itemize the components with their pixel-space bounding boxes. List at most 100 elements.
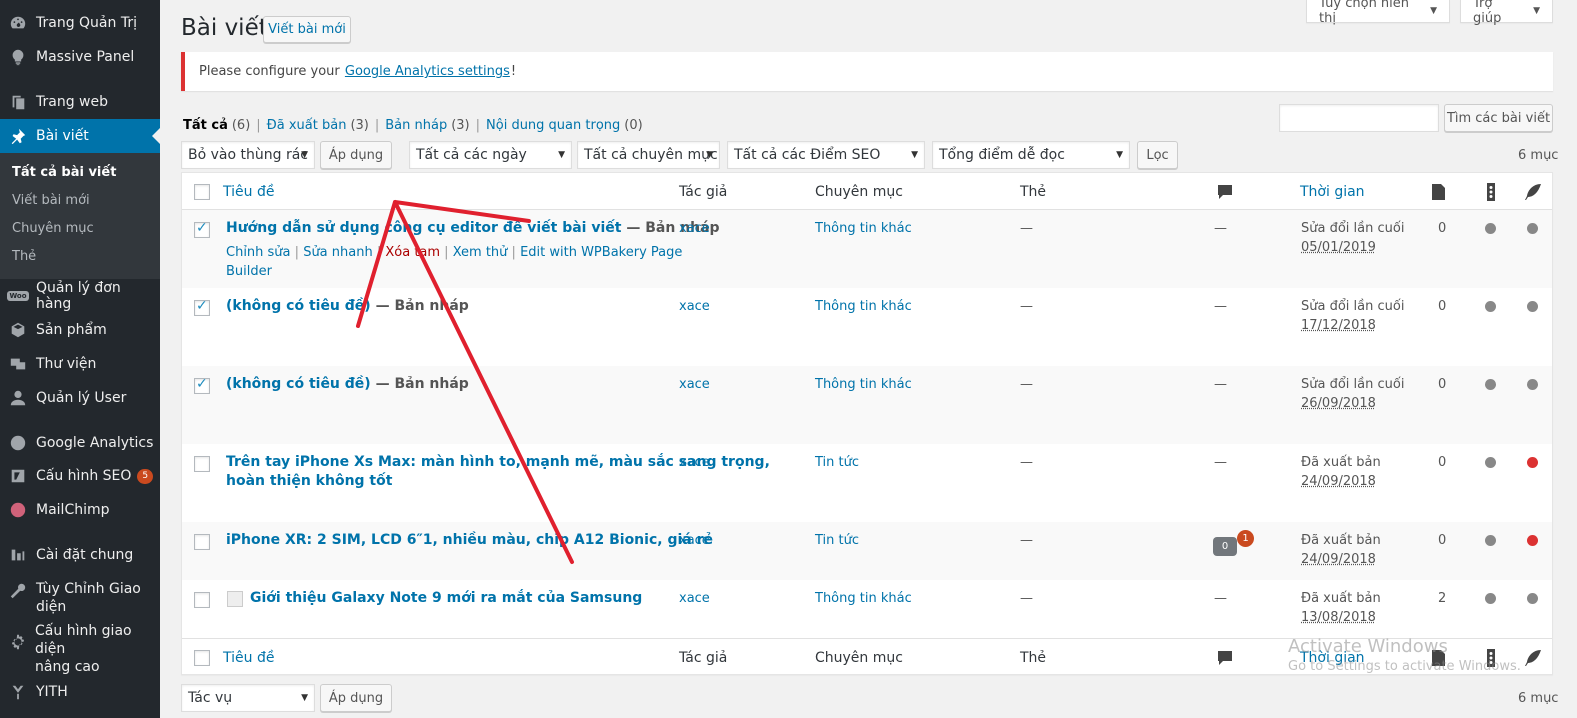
menu-products[interactable]: Sản phẩm [0,313,160,347]
select-all-checkbox-footer[interactable] [194,650,210,666]
post-title-link[interactable]: (không có tiêu đề) [226,298,371,314]
menu-posts[interactable]: Bài viết [0,119,160,153]
post-title-link[interactable]: iPhone XR: 2 SIM, LCD 6″1, nhiều màu, ch… [226,532,713,548]
apply-bulk-button[interactable]: Áp dụng [320,141,392,169]
menu-media[interactable]: Thư viện [0,347,160,381]
submenu-tags[interactable]: Thẻ [12,249,36,264]
bulk-action-select[interactable]: Bỏ vào thùng rác ▼ [181,141,315,169]
category-link[interactable]: Tin tức [815,455,859,470]
screen-options-tab[interactable]: Tùy chọn hiển thị ▼ [1306,0,1450,26]
screen-options-label: Tùy chọn hiển thị [1319,0,1410,26]
submenu-all-posts[interactable]: Tất cả bài viết [12,165,116,180]
post-title-link[interactable]: Hướng dẫn sử dụng công cụ editor để viết… [226,220,621,236]
quick-edit-link[interactable]: Sửa nhanh [303,245,373,260]
column-title-footer[interactable]: Tiêu đề [223,650,274,666]
comment-bubble-icon[interactable] [1215,182,1235,202]
author-link[interactable]: xace [679,377,710,392]
view-drafts[interactable]: Bản nháp [385,118,447,133]
row-checkbox[interactable] [194,376,210,394]
help-tab[interactable]: Trợ giúp ▼ [1460,0,1553,26]
menu-label: Trang web [36,94,108,110]
seo-score-dot [1485,457,1496,468]
submenu-add-new[interactable]: Viết bài mới [12,193,90,208]
table-row: Hướng dẫn sử dụng công cụ editor để viết… [182,210,1552,288]
search-input[interactable] [1279,104,1439,132]
post-title-link-cont[interactable]: hoàn thiện không tốt [226,473,392,489]
post-status-filters: Tất cả (6) | Đã xuất bản (3) | Bản nháp (3)… [183,118,643,133]
table-row: iPhone XR: 2 SIM, LCD 6″1, nhiều màu, ch… [182,522,1552,580]
seo-notification-badge: 5 [137,468,154,484]
mailchimp-icon [8,500,28,520]
menu-yith[interactable]: YITH [0,675,160,709]
row-checkbox[interactable] [194,534,210,550]
author-link[interactable]: xace [679,591,710,606]
approved-comments-bubble[interactable]: 0 [1213,537,1237,556]
category-filter-select[interactable]: Tất cả chuyên mục ▼ [577,141,720,169]
wpbakery-edit-link[interactable]: Edit with WPBakery Page [520,245,682,260]
date-filter-select[interactable]: Tất cả các ngày ▼ [409,141,572,169]
menu-seo[interactable]: Cấu hình SEO 5 [0,459,160,493]
category-link[interactable]: Thông tin khác [815,591,912,606]
author-link[interactable]: xace [679,299,710,314]
category-link[interactable]: Thông tin khác [815,299,912,314]
menu-dashboard[interactable]: Trang Quản Trị [0,6,160,40]
trash-link[interactable]: Xóa tạm [385,245,440,260]
category-link[interactable]: Tin tức [815,533,859,548]
readability-score-dot [1527,223,1538,234]
caret-down-icon: ▼ [1430,6,1437,16]
menu-google-analytics[interactable]: Google Analytics [0,426,160,460]
view-all[interactable]: Tất cả [183,118,228,133]
links-count: 0 [1438,377,1447,392]
comment-bubble-icon[interactable] [1215,648,1235,668]
row-checkbox[interactable] [194,220,210,238]
menu-mailchimp[interactable]: MailChimp [0,493,160,527]
author-link[interactable]: xace [679,221,710,236]
post-title-link[interactable]: (không có tiêu đề) [226,376,371,392]
pending-comments-badge[interactable]: 1 [1237,530,1254,547]
posts-table: Tiêu đề Tác giả Chuyên mục Thẻ Thời gian… [181,172,1553,675]
readability-filter-select[interactable]: Tổng điểm dễ đọc ▼ [932,141,1130,169]
search-posts-button[interactable]: Tìm các bài viết [1444,104,1553,132]
wpbakery-edit-link-cont[interactable]: Builder [226,264,272,279]
readability-feather-icon [1523,648,1543,668]
category-link[interactable]: Thông tin khác [815,377,912,392]
category-link[interactable]: Thông tin khác [815,221,912,236]
post-state: — Bản nháp [375,376,469,392]
post-title-link[interactable]: Giới thiệu Galaxy Note 9 mới ra mắt của … [250,590,642,606]
comments-cell: — [1214,377,1227,392]
edit-link[interactable]: Chỉnh sửa [226,245,291,260]
links-count: 0 [1438,533,1447,548]
menu-label: Trang Quản Trị [36,15,137,31]
menu-settings[interactable]: Cài đặt chung [0,538,160,572]
preview-link[interactable]: Xem thử [453,245,508,260]
analytics-settings-link[interactable]: Google Analytics settings [345,64,510,79]
view-published[interactable]: Đã xuất bản [267,118,347,133]
menu-massive-panel[interactable]: Massive Panel [0,40,160,74]
menu-orders[interactable]: Woo Quản lý đơn hàng [0,279,160,313]
error-notice: Please configure your Google Analytics s… [181,52,1553,91]
row-checkbox[interactable] [194,592,210,608]
column-title[interactable]: Tiêu đề [223,184,274,200]
menu-advanced-theme[interactable]: Cấu hình giao diện nâng cao [0,623,160,675]
row-checkbox[interactable] [194,298,210,316]
add-new-post-button[interactable]: Viết bài mới [263,16,351,43]
select-all-checkbox[interactable] [194,184,210,200]
bottom-apply-button[interactable]: Áp dụng [320,684,392,712]
menu-pages[interactable]: Trang web [0,85,160,119]
date-value: 05/01/2019 [1301,240,1376,255]
page-title: Bài viết [181,15,268,41]
author-link[interactable]: xace [679,533,710,548]
row-checkbox[interactable] [194,456,210,472]
date-status: Sửa đổi lần cuối [1301,377,1405,392]
seo-score-filter-select[interactable]: Tất cả các Điểm SEO ▼ [727,141,925,169]
column-date[interactable]: Thời gian [1300,184,1365,200]
menu-customize-theme[interactable]: Tùy Chỉnh Giao diện [0,579,160,617]
author-link[interactable]: xace [679,455,710,470]
column-category-footer: Chuyên mục [815,650,903,666]
dropdown-arrow-icon: ▼ [706,150,713,160]
bottom-bulk-action-select[interactable]: Tác vụ ▼ [181,684,315,712]
view-cornerstone[interactable]: Nội dung quan trọng [486,118,620,133]
filter-button[interactable]: Lọc [1137,141,1178,169]
submenu-categories[interactable]: Chuyên mục [12,221,94,236]
menu-users[interactable]: Quản lý User [0,381,160,415]
